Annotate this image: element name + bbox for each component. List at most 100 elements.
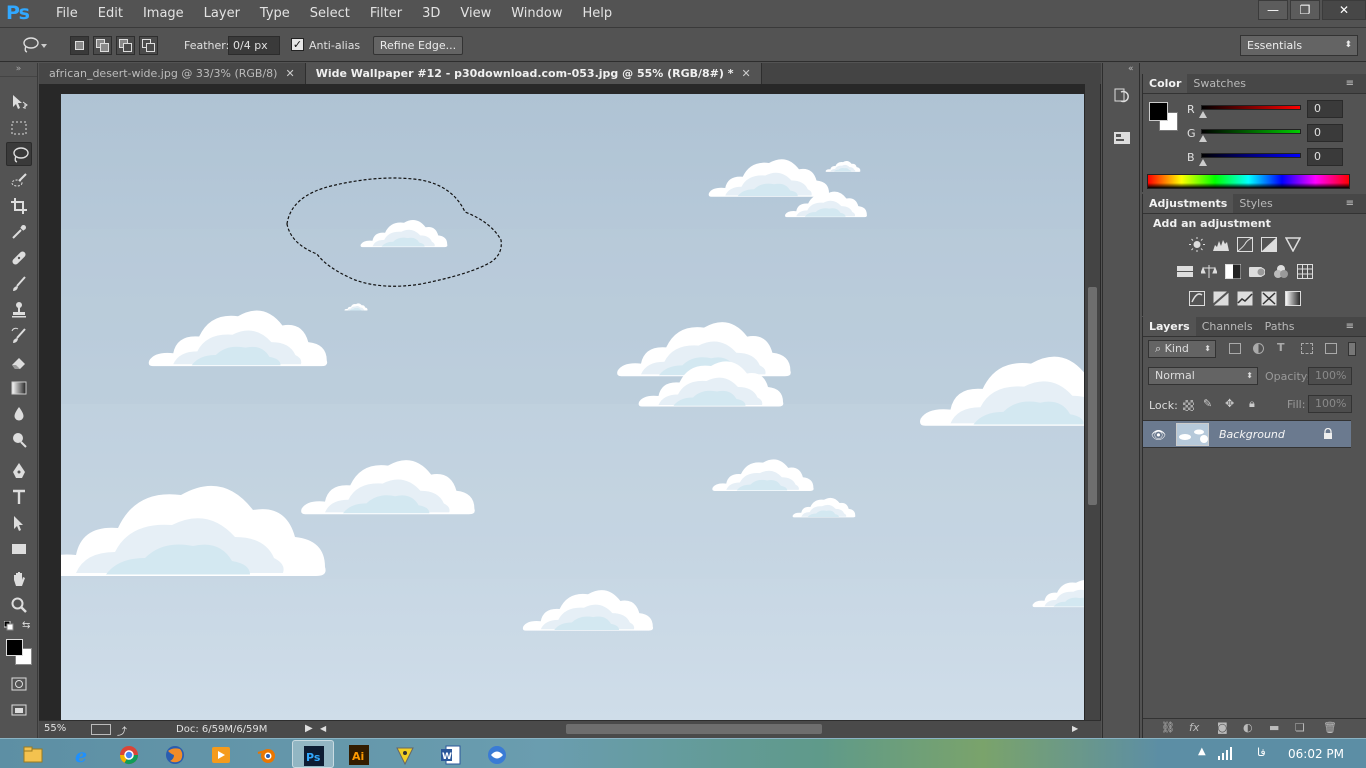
minimize-button[interactable]: — (1258, 0, 1288, 20)
gradient-map-icon[interactable] (1285, 291, 1301, 306)
new-adjustment-layer-icon[interactable]: ◐ (1243, 721, 1253, 734)
quick-mask-icon[interactable] (6, 672, 32, 696)
filter-type-icon[interactable]: T (1277, 341, 1285, 354)
visibility-eye-icon[interactable]: 👁︎ (1151, 428, 1166, 442)
tab-swatches[interactable]: Swatches (1187, 74, 1252, 93)
filter-adjustment-icon[interactable] (1253, 343, 1264, 354)
hue-saturation-icon[interactable] (1177, 264, 1193, 279)
toolbox-collapse-icon[interactable]: » (0, 63, 37, 77)
color-spectrum-bar[interactable] (1147, 174, 1350, 189)
brush-tool-icon[interactable] (6, 272, 32, 296)
panel-menu-icon[interactable]: ≡ (1340, 194, 1360, 214)
layer-filter-select[interactable]: ⌕ Kind ⬍ (1148, 340, 1216, 358)
lock-position-icon[interactable]: ✥ (1225, 397, 1234, 410)
blender-taskbar-icon[interactable] (246, 740, 288, 768)
tab-layers[interactable]: Layers (1143, 317, 1196, 336)
foreground-color-swatch[interactable] (1149, 102, 1168, 121)
menu-view[interactable]: View (450, 0, 501, 28)
dodge-tool-icon[interactable] (6, 428, 32, 452)
color-balance-icon[interactable] (1200, 264, 1218, 279)
lock-all-icon[interactable]: 🔒︎ (1249, 397, 1255, 411)
restore-button[interactable]: ❐ (1290, 0, 1320, 20)
blue-channel-slider[interactable]: B 0 (1187, 148, 1357, 167)
photoshop-taskbar-icon[interactable]: Ps (292, 740, 334, 768)
green-channel-slider[interactable]: G 0 (1187, 124, 1357, 143)
menu-filter[interactable]: Filter (360, 0, 412, 28)
blend-mode-select[interactable]: Normal ⬍ (1148, 367, 1258, 385)
zoom-tool-icon[interactable] (6, 593, 32, 617)
vibrance-icon[interactable] (1284, 237, 1302, 253)
lock-image-icon[interactable]: ✎ (1203, 397, 1212, 410)
link-layers-icon[interactable]: ⛓︎ (1161, 721, 1175, 734)
healing-brush-tool-icon[interactable] (6, 246, 32, 270)
horizontal-scrollbar-thumb[interactable] (566, 724, 822, 734)
slider-handle-icon[interactable] (1199, 135, 1207, 142)
threshold-icon[interactable] (1237, 291, 1253, 306)
intersect-selection-mode[interactable] (139, 36, 158, 55)
explorer-taskbar-icon[interactable] (12, 740, 54, 768)
export-icon[interactable]: ⤴ (117, 723, 127, 738)
close-button[interactable]: ✕ (1322, 0, 1366, 20)
green-value-field[interactable]: 0 (1307, 124, 1343, 142)
panel-menu-icon[interactable]: ≡ (1340, 74, 1360, 94)
scroll-right-icon[interactable]: ▶ (1072, 724, 1078, 733)
marquee-tool-icon[interactable] (6, 116, 32, 140)
properties-panel-icon[interactable] (1113, 129, 1131, 147)
new-layer-icon[interactable]: ❏ (1295, 721, 1305, 734)
black-white-icon[interactable] (1225, 264, 1241, 279)
clone-stamp-tool-icon[interactable] (6, 298, 32, 322)
opacity-input[interactable]: 100% (1308, 367, 1352, 385)
menu-file[interactable]: File (46, 0, 88, 28)
tab-color[interactable]: Color (1143, 74, 1188, 93)
red-gradient[interactable] (1201, 105, 1301, 110)
brightness-contrast-icon[interactable] (1189, 237, 1205, 252)
new-selection-mode[interactable] (70, 36, 89, 55)
menu-3d[interactable]: 3D (412, 0, 450, 28)
filter-toggle[interactable] (1348, 342, 1356, 356)
type-tool-icon[interactable] (6, 485, 32, 509)
color-lookup-icon[interactable] (1297, 264, 1313, 279)
subtract-selection-mode[interactable] (116, 36, 135, 55)
tab-styles[interactable]: Styles (1233, 194, 1278, 213)
history-panel-icon[interactable] (1113, 87, 1131, 105)
menu-image[interactable]: Image (133, 0, 194, 28)
selective-color-icon[interactable] (1261, 291, 1277, 306)
media-player-taskbar-icon[interactable] (200, 740, 242, 768)
dock-collapse-icon[interactable]: « (1128, 64, 1134, 74)
path-selection-tool-icon[interactable] (6, 511, 32, 535)
blur-tool-icon[interactable] (6, 402, 32, 426)
tab-african-desert[interactable]: african_desert-wide.jpg @ 33/3% (RGB/8) ✕ (39, 63, 306, 84)
scroll-left-icon[interactable]: ◀ (320, 724, 326, 733)
green-gradient[interactable] (1201, 129, 1301, 134)
add-selection-mode[interactable] (93, 36, 112, 55)
menu-select[interactable]: Select (300, 0, 360, 28)
status-icon[interactable] (91, 724, 111, 735)
levels-icon[interactable] (1213, 237, 1229, 252)
firefox-taskbar-icon[interactable] (154, 740, 196, 768)
fx-button[interactable]: fx (1189, 721, 1199, 734)
channel-mixer-icon[interactable] (1273, 264, 1289, 279)
swap-colors-icon[interactable]: ⇆ (22, 620, 30, 631)
tab-channels[interactable]: Channels (1196, 317, 1259, 336)
crop-tool-icon[interactable] (6, 194, 32, 218)
filter-shape-icon[interactable] (1301, 343, 1313, 354)
slider-handle-icon[interactable] (1199, 111, 1207, 118)
hand-tool-icon[interactable] (6, 567, 32, 591)
tab-adjustments[interactable]: Adjustments (1143, 194, 1234, 213)
exposure-icon[interactable] (1261, 237, 1277, 252)
signal-strength-icon[interactable] (1218, 746, 1234, 760)
menu-layer[interactable]: Layer (194, 0, 250, 28)
menu-edit[interactable]: Edit (88, 0, 133, 28)
screen-mode-icon[interactable] (6, 698, 32, 722)
eraser-tool-icon[interactable] (6, 350, 32, 374)
vertical-scrollbar[interactable] (1085, 84, 1100, 720)
workspace-select[interactable]: Essentials ⬍ (1240, 35, 1358, 56)
network-tool-taskbar-icon[interactable] (476, 740, 518, 768)
red-value-field[interactable]: 0 (1307, 100, 1343, 118)
default-colors-icon[interactable] (3, 620, 14, 631)
layer-row[interactable]: 👁︎ Background (1143, 420, 1351, 448)
input-language[interactable]: فا (1257, 746, 1266, 759)
lasso-preset-icon[interactable] (22, 36, 47, 54)
red-channel-slider[interactable]: R 0 (1187, 100, 1357, 119)
photo-filter-icon[interactable] (1249, 264, 1266, 279)
